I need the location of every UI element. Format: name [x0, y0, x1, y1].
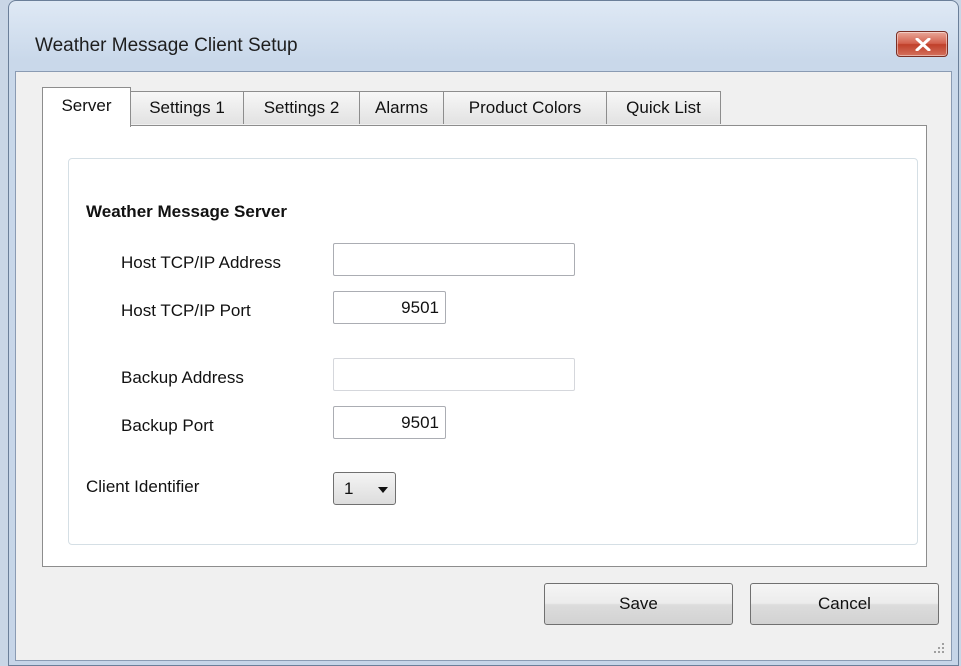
client-identifier-dropdown[interactable]: 1 [333, 472, 396, 505]
backup-port-label: Backup Port [121, 416, 214, 435]
backup-port-input[interactable] [333, 406, 446, 439]
backup-address-input[interactable] [333, 358, 575, 391]
backup-address-label: Backup Address [121, 368, 244, 387]
tab-label: Product Colors [468, 98, 582, 117]
close-icon [915, 38, 931, 51]
group-title: Weather Message Server [86, 202, 287, 221]
chevron-down-icon [378, 487, 388, 493]
dialog-client-area: Server Settings 1 Settings 2 Alarms Prod… [15, 71, 952, 661]
host-port-label: Host TCP/IP Port [121, 301, 251, 320]
tab-label: Settings 1 [149, 98, 225, 117]
host-address-label: Host TCP/IP Address [121, 253, 281, 272]
tab-quick-list[interactable]: Quick List [606, 91, 721, 124]
tab-alarms[interactable]: Alarms [359, 91, 444, 124]
tab-server[interactable]: Server [42, 87, 131, 127]
resize-grip-icon[interactable] [933, 642, 945, 654]
host-address-input[interactable] [333, 243, 575, 276]
client-identifier-value: 1 [344, 479, 354, 498]
tab-label: Server [61, 96, 112, 115]
tab-product-colors[interactable]: Product Colors [443, 91, 607, 124]
tab-label: Quick List [626, 98, 701, 117]
server-tab-page: Weather Message Server Host TCP/IP Addre… [42, 125, 927, 567]
host-port-input[interactable] [333, 291, 446, 324]
tab-settings-1[interactable]: Settings 1 [130, 91, 244, 124]
tab-label: Settings 2 [263, 98, 340, 117]
dialog-window: Weather Message Client Setup Server Sett… [8, 0, 959, 666]
tab-settings-2[interactable]: Settings 2 [243, 91, 360, 124]
tab-label: Alarms [375, 98, 428, 117]
client-identifier-label: Client Identifier [86, 477, 200, 496]
close-button[interactable] [896, 31, 948, 57]
cancel-button[interactable]: Cancel [750, 583, 939, 625]
save-button[interactable]: Save [544, 583, 733, 625]
title-bar[interactable]: Weather Message Client Setup [9, 1, 958, 71]
window-title: Weather Message Client Setup [35, 35, 298, 56]
